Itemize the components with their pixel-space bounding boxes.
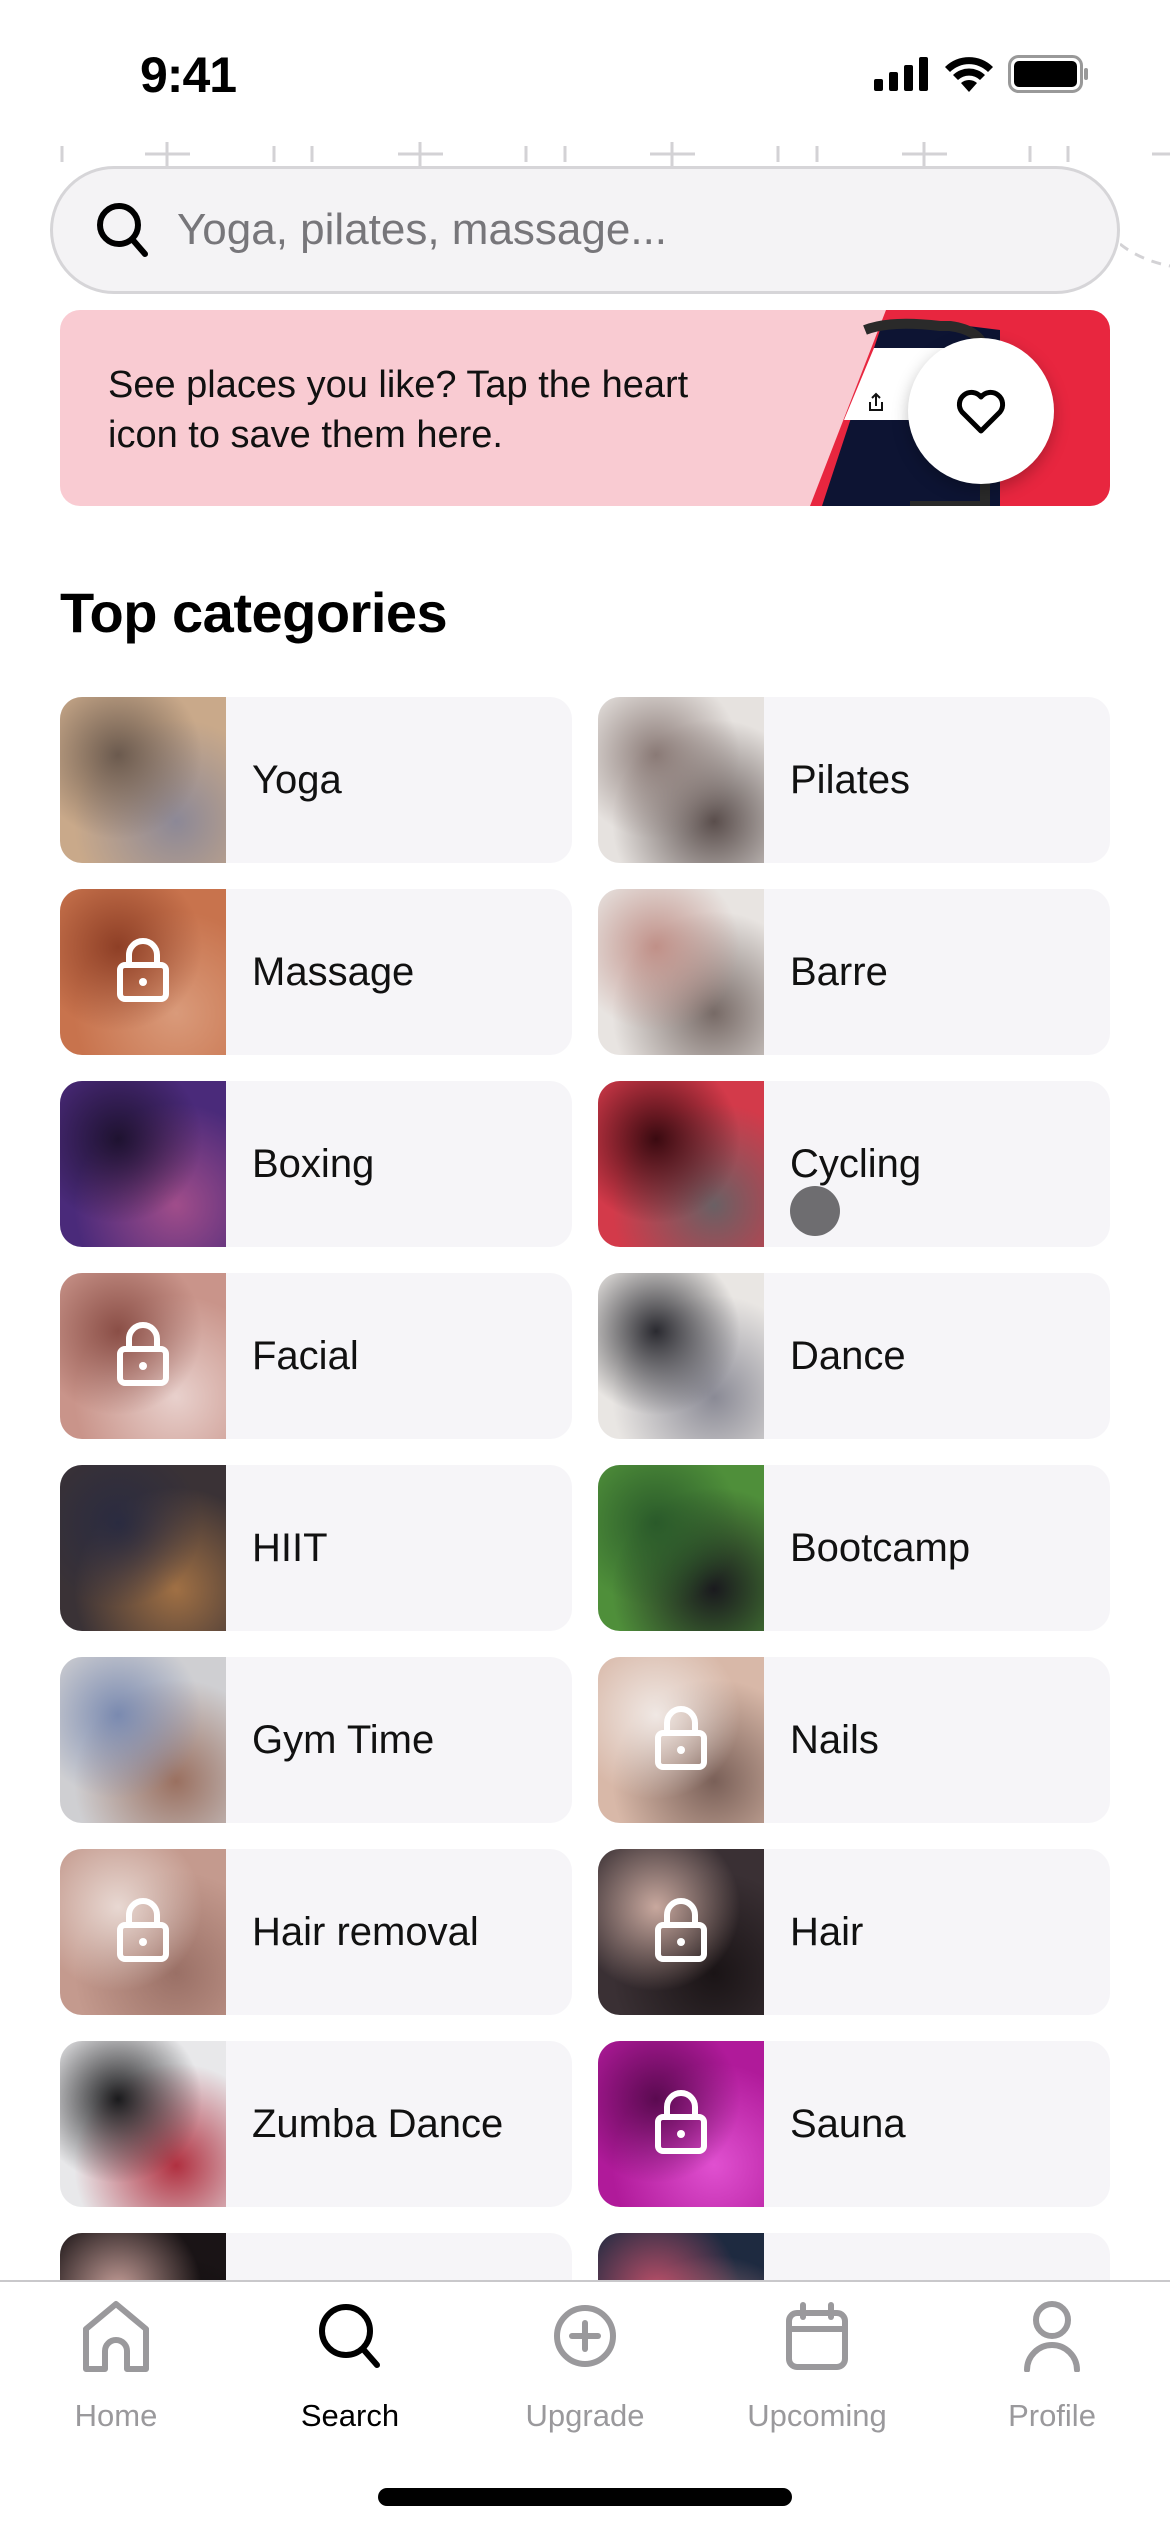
- lock-icon: [115, 937, 171, 1008]
- category-image: [60, 1849, 226, 2015]
- category-image: [598, 1465, 764, 1631]
- plus-circle-icon: [554, 2305, 616, 2367]
- category-label: Barre: [790, 949, 888, 994]
- category-image: [60, 1081, 226, 1247]
- category-card[interactable]: Yoga: [60, 697, 572, 863]
- category-image: [60, 1273, 226, 1439]
- category-card[interactable]: Hair removal: [60, 1849, 572, 2015]
- category-label: Yoga: [252, 757, 342, 802]
- lock-icon: [115, 1897, 171, 1968]
- calendar-icon: [786, 2302, 848, 2370]
- cellular-signal-icon: [874, 57, 928, 91]
- lock-icon: [653, 1705, 709, 1776]
- tab-profile[interactable]: Profile: [952, 2296, 1152, 2434]
- category-label: Pilates: [790, 757, 911, 802]
- tab-search-label: Search: [300, 2398, 400, 2433]
- wifi-icon: [945, 57, 993, 92]
- decorative-dashed-line: [1120, 242, 1170, 268]
- banner-text: See places you like? Tap the heart icon …: [108, 364, 689, 456]
- tab-home[interactable]: Home: [16, 2296, 216, 2434]
- category-image: [598, 1273, 764, 1439]
- category-label: Zumba Dance: [252, 2101, 504, 2146]
- search-icon: [319, 2304, 380, 2368]
- category-label: Cycling: [790, 1141, 922, 1186]
- home-icon: [83, 2301, 149, 2372]
- profile-icon: [1024, 2301, 1080, 2372]
- search-bar[interactable]: [50, 166, 1120, 294]
- category-image: [598, 2041, 764, 2207]
- category-label: Boxing: [252, 1141, 375, 1186]
- category-image: [60, 1657, 226, 1823]
- lock-icon: [653, 2089, 709, 2160]
- category-image: [598, 1849, 764, 2015]
- battery-icon: [1008, 55, 1088, 93]
- search-icon: [97, 203, 148, 257]
- category-label: Nails: [790, 1717, 879, 1762]
- home-indicator: [378, 2488, 792, 2506]
- status-bar: 9:41: [0, 0, 1170, 140]
- category-card[interactable]: Hair: [598, 1849, 1110, 2015]
- category-image: [60, 2041, 226, 2207]
- tab-upcoming-label: Upcoming: [747, 2398, 887, 2433]
- category-image: [60, 1465, 226, 1631]
- category-image: [60, 889, 226, 1055]
- category-card[interactable]: Gym Time: [60, 1657, 572, 1823]
- category-label: HIIT: [252, 1525, 328, 1570]
- category-image: [598, 889, 764, 1055]
- tab-home-label: Home: [74, 2398, 158, 2433]
- category-card[interactable]: HIIT: [60, 1465, 572, 1631]
- status-time: 9:41: [140, 47, 237, 103]
- lock-icon: [115, 1321, 171, 1392]
- category-card[interactable]: Cycling: [598, 1081, 1110, 1247]
- category-image: [598, 1081, 764, 1247]
- tab-upcoming[interactable]: Upcoming: [717, 2296, 917, 2434]
- banner-heart-button[interactable]: [908, 338, 1054, 484]
- status-icons: [874, 55, 1090, 93]
- category-card[interactable]: Sauna: [598, 2041, 1110, 2207]
- section-title-top-categories: Top categories: [60, 581, 448, 644]
- touch-indicator: [790, 1186, 840, 1236]
- category-label: Dance: [790, 1333, 906, 1378]
- category-label: Facial: [252, 1333, 359, 1378]
- category-label: Massage: [252, 949, 415, 994]
- category-card[interactable]: Barre: [598, 889, 1110, 1055]
- category-label: Gym Time: [252, 1717, 435, 1762]
- category-card[interactable]: Bootcamp: [598, 1465, 1110, 1631]
- tab-upgrade[interactable]: Upgrade: [485, 2296, 685, 2434]
- category-card[interactable]: Nails: [598, 1657, 1110, 1823]
- category-label: Bootcamp: [790, 1525, 971, 1570]
- category-card[interactable]: Boxing: [60, 1081, 572, 1247]
- category-label: Hair: [790, 1909, 864, 1954]
- tab-search[interactable]: Search: [250, 2296, 450, 2434]
- tab-upgrade-label: Upgrade: [525, 2398, 645, 2433]
- favorites-promo-banner[interactable]: See places you like? Tap the heart icon …: [60, 310, 1110, 506]
- search-input[interactable]: [177, 205, 1027, 255]
- category-label: Sauna: [790, 2101, 906, 2146]
- category-card[interactable]: Massage: [60, 889, 572, 1055]
- category-card[interactable]: Dance: [598, 1273, 1110, 1439]
- tab-profile-label: Profile: [1008, 2398, 1096, 2433]
- category-card[interactable]: Zumba Dance: [60, 2041, 572, 2207]
- category-image: [598, 697, 764, 863]
- category-image: [598, 1657, 764, 1823]
- category-label: Hair removal: [252, 1909, 479, 1954]
- category-card[interactable]: Facial: [60, 1273, 572, 1439]
- lock-icon: [653, 1897, 709, 1968]
- heart-icon: [956, 389, 1006, 434]
- category-image: [60, 697, 226, 863]
- category-card[interactable]: Pilates: [598, 697, 1110, 863]
